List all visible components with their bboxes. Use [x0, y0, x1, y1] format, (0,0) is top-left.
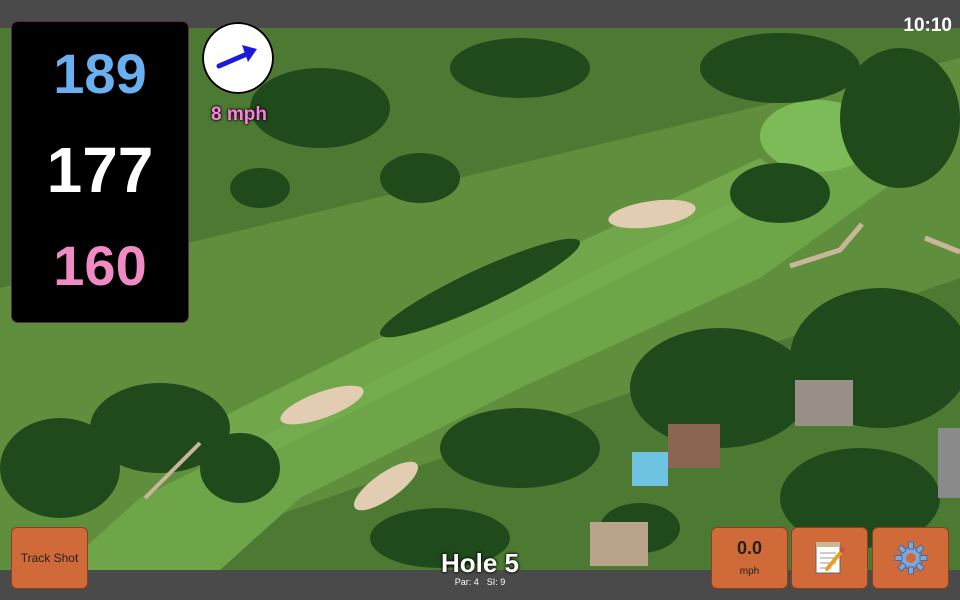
back-distance: 189	[53, 42, 147, 105]
middle-distance: 177	[46, 134, 154, 206]
track-shot-label: Track Shot	[20, 551, 79, 565]
track-shot-button[interactable]: Track Shot	[12, 528, 87, 588]
speed-button[interactable]: 0.0 mph	[712, 528, 787, 588]
notepad-icon	[815, 542, 845, 574]
wind-speed: 8 mph	[211, 104, 267, 125]
distance-panel[interactable]: 189 177 160	[12, 22, 188, 322]
gear-icon	[894, 541, 928, 575]
speed-unit: mph	[739, 566, 760, 577]
wind-direction-dial	[202, 22, 274, 94]
stroke-index-label: SI: 9	[486, 577, 506, 587]
front-distance: 160	[53, 234, 147, 297]
hole-title: Hole 5	[440, 548, 520, 578]
wind-arrow-icon	[216, 45, 257, 69]
hole-info: Par: 4 SI: 9	[380, 577, 580, 587]
settings-button[interactable]	[873, 528, 948, 588]
notes-button[interactable]	[792, 528, 867, 588]
clock: 10:10	[903, 15, 952, 36]
par-label: Par: 4	[454, 577, 479, 587]
speed-value: 0.0	[736, 538, 763, 558]
